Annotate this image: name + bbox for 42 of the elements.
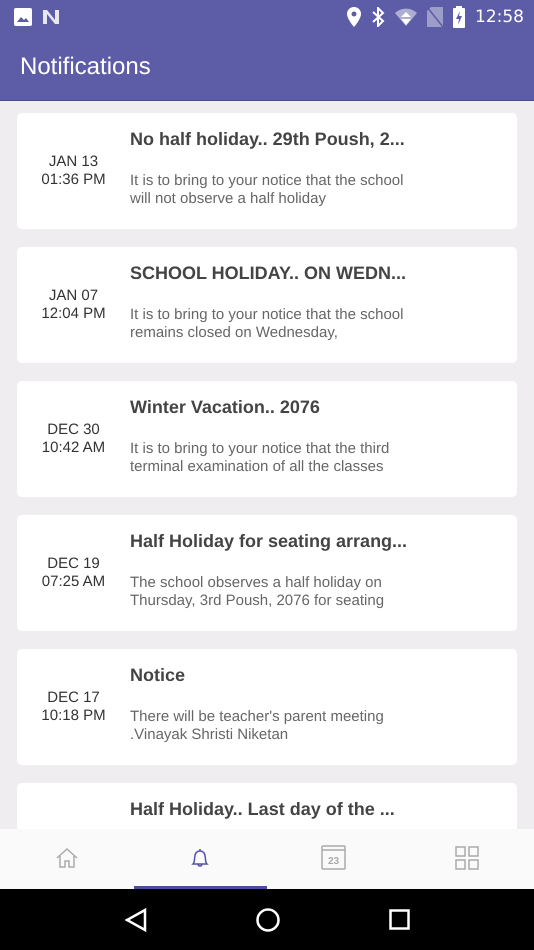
recents-icon [388,909,410,930]
notification-card[interactable]: JAN 13 01:36 PM No half holiday.. 29th Poush, 2... It is to bring to your notice that the school will not observe a half holiday [17,113,517,229]
notification-title: SCHOOL HOLIDAY.. ON WEDN... [130,263,408,284]
notification-time: 01:36 PM [41,171,106,189]
notification-time: 07:25 AM [42,573,106,591]
notification-title: Half Holiday.. Last day of the ... [130,799,396,820]
no-sim-icon [427,6,443,26]
status-time: 12:58 [475,6,524,26]
n-logo-icon [42,8,60,26]
notification-time: 12:04 PM [41,305,106,323]
notification-title: Winter Vacation.. 2076 [130,397,321,418]
notification-date: DEC 30 [47,421,100,439]
notification-card[interactable]: DEC 30 10:42 AM Winter Vacation.. 2076 It is to bring to your notice that the third terminal examination of all the classes [17,381,517,497]
wifi-icon [395,8,417,26]
notification-card[interactable]: Half Holiday.. Last day of the ... [17,783,517,829]
notification-date: JAN 13 [48,153,98,171]
battery-charging-icon [453,6,465,28]
image-icon [14,8,32,26]
notification-card[interactable]: JAN 07 12:04 PM SCHOOL HOLIDAY.. ON WEDN... It is to bring to your notice that the school remains closed on Wednesday, [17,247,517,363]
home-circle-icon [256,908,280,932]
notification-body: There will be teacher's parent meeting .Vinayak Shristi Niketan [130,708,385,744]
notification-body: The school observes a half holiday on Thursday, 3rd Poush, 2076 for seating [130,574,386,610]
location-icon [347,6,361,26]
notification-date: DEC 17 [47,689,100,707]
notification-body: It is to bring to your notice that the school remains closed on Wednesday, [130,306,404,342]
notification-date: DEC 19 [47,555,100,573]
notification-time: 10:18 PM [41,707,106,725]
notification-title: Notice [130,665,186,686]
grid-icon [455,846,480,870]
notification-date: JAN 07 [48,287,98,305]
notification-card[interactable]: DEC 19 07:25 AM Half Holiday for seating arrang... The school observes a half holiday on Thursday, 3rd Poush, 2076 for seating [17,515,517,631]
notification-time: 10:42 AM [42,439,106,457]
bluetooth-icon [371,6,385,26]
calendar-icon: 23 [321,845,346,870]
page-title: Notifications [20,52,151,80]
notification-title: No half holiday.. 29th Poush, 2... [130,129,406,150]
notification-title: Half Holiday for seating arrang... [130,531,408,552]
home-icon [54,846,79,870]
notification-body: It is to bring to your notice that the school will not observe a half holiday [130,172,404,208]
notification-body: It is to bring to your notice that the third terminal examination of all the classes [130,440,390,476]
notification-card[interactable]: DEC 17 10:18 PM Notice There will be teacher's parent meeting .Vinayak Shristi Niketan [17,649,517,765]
back-icon [124,908,146,932]
